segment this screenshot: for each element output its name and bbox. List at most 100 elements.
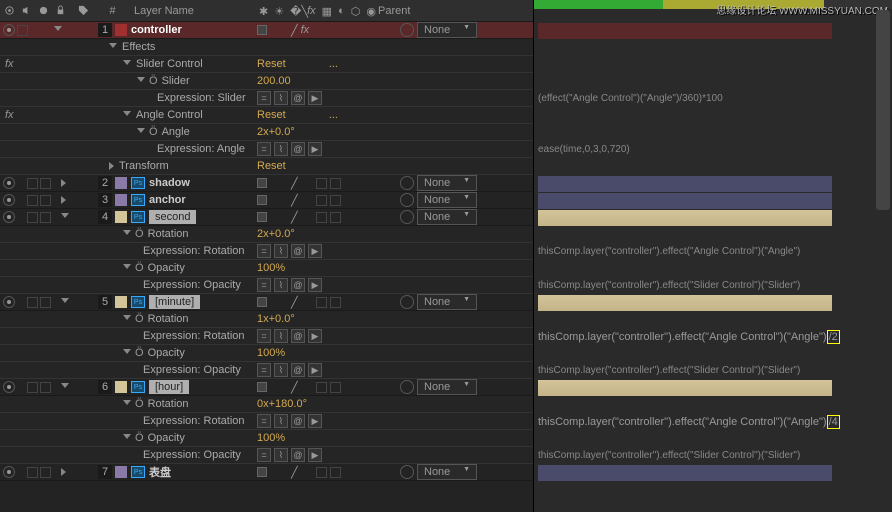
expr-menu-icon[interactable]: ▶ (308, 414, 322, 428)
color-label[interactable] (115, 177, 127, 189)
expression-text[interactable]: thisComp.layer("controller").effect("Ang… (538, 331, 840, 343)
stopwatch-icon[interactable]: Ö (149, 75, 158, 87)
normal-icon[interactable]: ╱ (291, 466, 298, 479)
box[interactable] (316, 195, 327, 206)
box[interactable] (27, 467, 38, 478)
pickwhip-icon[interactable] (400, 295, 414, 309)
layer-name[interactable]: shadow (149, 177, 190, 189)
twirl-icon[interactable] (123, 264, 131, 273)
color-label[interactable] (115, 211, 127, 223)
expr-graph-icon[interactable]: ⌇ (274, 142, 288, 156)
parent-dropdown[interactable]: None (417, 192, 477, 208)
color-label[interactable] (115, 24, 127, 36)
stopwatch-icon[interactable]: Ö (135, 398, 144, 410)
normal-icon[interactable]: ╱ (291, 381, 298, 394)
expr-menu-icon[interactable]: ▶ (308, 448, 322, 462)
scrollbar-handle[interactable] (876, 10, 890, 210)
switch[interactable] (257, 195, 267, 205)
layer-name[interactable]: 表盘 (149, 464, 171, 480)
expr-graph-icon[interactable]: ⌇ (274, 363, 288, 377)
prop-name[interactable]: Angle (162, 126, 190, 138)
layer-bar[interactable] (538, 210, 832, 226)
switch[interactable] (257, 178, 267, 188)
expr-enable-icon[interactable]: = (257, 142, 271, 156)
twirl-icon[interactable] (123, 111, 131, 120)
expr-enable-icon[interactable]: = (257, 448, 271, 462)
prop-name[interactable]: Rotation (148, 313, 189, 325)
twirl-icon[interactable] (54, 26, 62, 35)
prop-value[interactable]: 1x+0.0° (257, 313, 295, 325)
expression-text[interactable]: thisComp.layer("controller").effect("Ang… (538, 246, 800, 257)
switch[interactable] (257, 212, 267, 222)
prop-value[interactable]: 100% (257, 347, 285, 359)
reset-link[interactable]: Reset (257, 58, 286, 70)
switch[interactable] (257, 467, 267, 477)
expr-menu-icon[interactable]: ▶ (308, 142, 322, 156)
switch[interactable] (257, 25, 267, 35)
twirl-icon[interactable] (61, 179, 66, 187)
expr-menu-icon[interactable]: ▶ (308, 91, 322, 105)
expression-text[interactable]: thisComp.layer("controller").effect("Sli… (538, 280, 800, 291)
expression-text[interactable]: (effect("Angle Control")("Angle")/360)*1… (538, 93, 723, 104)
prop-name[interactable]: Slider (162, 75, 190, 87)
box[interactable] (330, 467, 341, 478)
expr-menu-icon[interactable]: ▶ (308, 329, 322, 343)
stopwatch-icon[interactable]: Ö (135, 313, 144, 325)
visibility-toggle[interactable] (3, 381, 15, 393)
options-icon[interactable]: ... (329, 58, 338, 70)
prop-name[interactable]: Rotation (148, 228, 189, 240)
twirl-icon[interactable] (123, 60, 131, 69)
prop-value[interactable]: 2x+0.0° (257, 228, 295, 240)
twirl-icon[interactable] (123, 434, 131, 443)
twirl-icon[interactable] (123, 400, 131, 409)
parent-dropdown[interactable]: None (417, 379, 477, 395)
expr-enable-icon[interactable]: = (257, 278, 271, 292)
box[interactable] (40, 297, 51, 308)
visibility-toggle[interactable] (3, 194, 15, 206)
expr-enable-icon[interactable]: = (257, 363, 271, 377)
pickwhip-icon[interactable] (400, 176, 414, 190)
transform-label[interactable]: Transform (119, 160, 169, 172)
visibility-toggle[interactable] (3, 466, 15, 478)
box[interactable] (27, 195, 38, 206)
visibility-toggle[interactable] (3, 177, 15, 189)
expression-text[interactable]: ease(time,0,3,0,720) (538, 144, 630, 155)
box[interactable] (330, 297, 341, 308)
box[interactable] (40, 467, 51, 478)
layer-name[interactable]: [hour] (149, 380, 189, 394)
box[interactable] (316, 467, 327, 478)
prop-name[interactable]: Rotation (148, 398, 189, 410)
expr-menu-icon[interactable]: ▶ (308, 278, 322, 292)
reset-link[interactable]: Reset (257, 109, 286, 121)
expr-graph-icon[interactable]: ⌇ (274, 91, 288, 105)
box[interactable] (40, 382, 51, 393)
twirl-icon[interactable] (137, 128, 145, 137)
layer-name[interactable]: anchor (149, 194, 186, 206)
visibility-toggle[interactable] (3, 24, 15, 36)
box[interactable] (40, 195, 51, 206)
stopwatch-icon[interactable]: Ö (149, 126, 158, 138)
box[interactable] (316, 382, 327, 393)
prop-name[interactable]: Opacity (148, 262, 185, 274)
parent-dropdown[interactable]: None (417, 175, 477, 191)
prop-value[interactable]: 200.00 (257, 75, 291, 87)
pickwhip-icon[interactable]: @ (291, 329, 305, 343)
expr-enable-icon[interactable]: = (257, 414, 271, 428)
expression-text[interactable]: thisComp.layer("controller").effect("Ang… (538, 416, 840, 428)
fx-toggle[interactable]: fx (301, 24, 310, 36)
box[interactable] (330, 195, 341, 206)
pickwhip-icon[interactable]: @ (291, 363, 305, 377)
box[interactable] (316, 297, 327, 308)
solo-box[interactable] (17, 25, 28, 36)
scrollbar-horizontal[interactable] (534, 498, 876, 512)
pickwhip-icon[interactable] (400, 193, 414, 207)
parent-dropdown[interactable]: None (417, 294, 477, 310)
box[interactable] (316, 178, 327, 189)
layer-name[interactable]: second (149, 210, 196, 224)
layer-bar[interactable] (538, 23, 832, 39)
expr-menu-icon[interactable]: ▶ (308, 244, 322, 258)
box[interactable] (330, 178, 341, 189)
box[interactable] (316, 212, 327, 223)
normal-icon[interactable]: ╱ (291, 211, 298, 224)
layer-bar[interactable] (538, 295, 832, 311)
